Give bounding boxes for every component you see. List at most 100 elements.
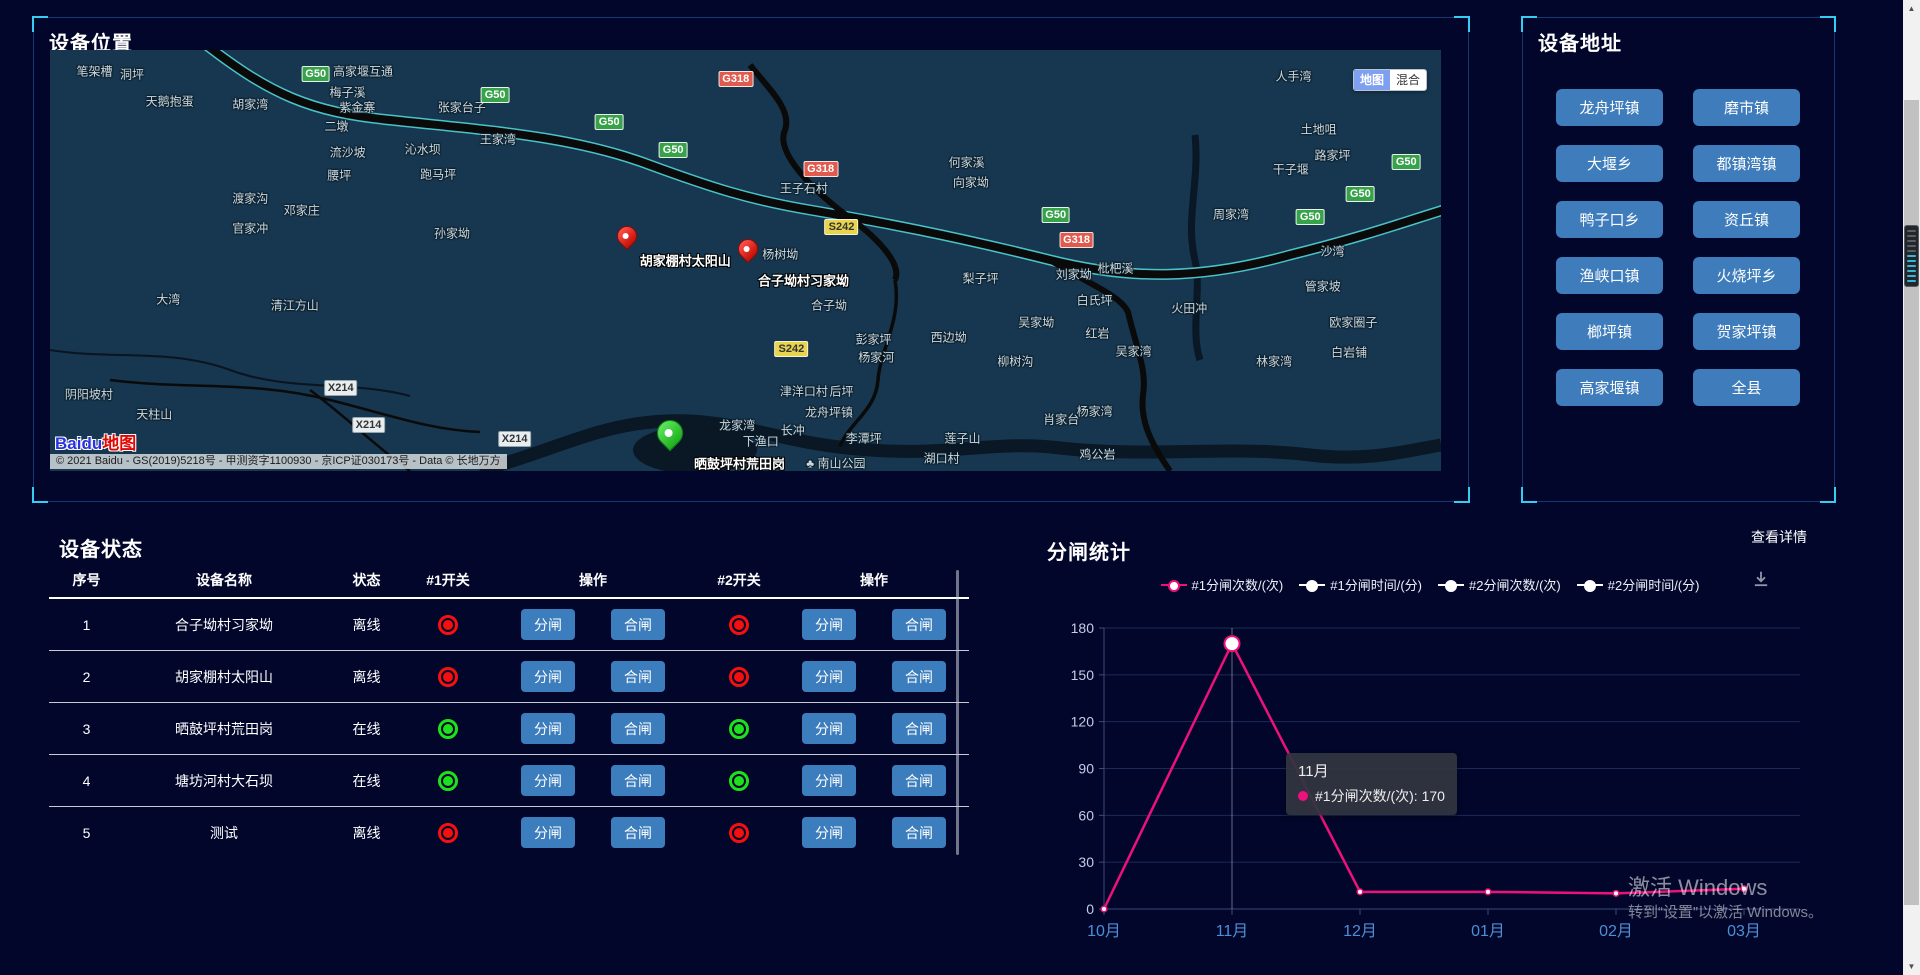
switch-indicator-green: [729, 719, 749, 739]
open-switch-button[interactable]: 分闸: [521, 713, 575, 744]
road-badge: X214: [498, 431, 532, 447]
close-switch-button[interactable]: 合闸: [892, 713, 946, 744]
address-button[interactable]: 全县: [1693, 369, 1800, 406]
open-switch-button[interactable]: 分闸: [521, 609, 575, 640]
legend-line-icon: [1438, 580, 1464, 590]
legend-item[interactable]: #2分闸时间/(分): [1577, 575, 1700, 594]
map-town-label: 湖口村: [924, 449, 960, 466]
table-cell-status: 离线: [324, 615, 409, 635]
address-button[interactable]: 磨市镇: [1693, 89, 1800, 126]
close-switch-button[interactable]: 合闸: [611, 609, 665, 640]
switch-indicator-red: [729, 823, 749, 843]
road-badge: G50: [659, 142, 688, 158]
map-town-label: 紫金寨: [339, 98, 375, 115]
corner-decoration: [1521, 487, 1537, 503]
download-icon[interactable]: [1752, 570, 1770, 593]
address-button[interactable]: 贺家坪镇: [1693, 313, 1800, 350]
tooltip-value: #1分闸次数/(次): 170: [1315, 786, 1445, 806]
svg-text:02月: 02月: [1599, 923, 1633, 940]
table-cell-name: 晒鼓坪村荒田岗: [124, 719, 324, 739]
road-badge: G50: [1392, 154, 1421, 170]
windows-activation-watermark: 激活 Windows: [1628, 870, 1767, 902]
map-town-label: 龙舟坪镇: [805, 404, 853, 421]
map-town-label: 鸡公岩: [1079, 446, 1115, 463]
address-button[interactable]: 龙舟坪镇: [1556, 89, 1663, 126]
close-switch-button[interactable]: 合闸: [892, 661, 946, 692]
svg-text:180: 180: [1071, 620, 1095, 636]
page-scrollbar[interactable]: ▲ ▼: [1903, 0, 1920, 975]
switch-cell: [409, 719, 487, 739]
baidu-map[interactable]: 笔架槽洞坪天鹅抱蛋胡家湾高家堰互通梅子溪紫金寨二墩流沙坡沁水坝腰坪跑马坪渡家沟邓…: [50, 50, 1441, 471]
map-type-option[interactable]: 混合: [1390, 70, 1426, 90]
chart-legend: #1分闸次数/(次) #1分闸时间/(分) #2分闸次数/(次) #2分闸时间/(分): [1140, 575, 1720, 594]
open-switch-button[interactable]: 分闸: [521, 661, 575, 692]
address-button[interactable]: 火烧坪乡: [1693, 257, 1800, 294]
device-location-panel: 设备位置 笔架槽洞坪天鹅抱蛋胡家湾高家堰互通梅子溪紫金寨二墩流沙坡沁水坝腰坪跑马…: [33, 17, 1469, 502]
address-button[interactable]: 资丘镇: [1693, 201, 1800, 238]
legend-item[interactable]: #1分闸时间/(分): [1299, 575, 1422, 594]
open-switch-button[interactable]: 分闸: [802, 609, 856, 640]
address-button[interactable]: 高家堰镇: [1556, 369, 1663, 406]
scrollbar-up-arrow[interactable]: ▲: [1903, 0, 1920, 17]
map-town-label: 梨子坪: [963, 270, 999, 287]
switch-indicator-red: [438, 667, 458, 687]
svg-text:03月: 03月: [1727, 923, 1761, 940]
table-row: 3晒鼓坪村荒田岗在线分闸合闸分闸合闸: [49, 703, 969, 755]
table-header-row: 序号设备名称状态#1开关操作#2开关操作: [49, 563, 969, 599]
table-scrollbar[interactable]: [956, 570, 959, 855]
map-town-label: 阴阳坡村: [65, 385, 113, 402]
operation-cell: 分闸 合闸: [487, 765, 699, 796]
map-town-label: 天柱山: [136, 406, 172, 423]
marker-label: 合子坳村习家坳: [758, 270, 849, 289]
address-button[interactable]: 鸭子口乡: [1556, 201, 1663, 238]
scrollbar-thumb[interactable]: [1904, 100, 1919, 905]
open-switch-button[interactable]: 分闸: [802, 765, 856, 796]
operation-cell: 分闸 合闸: [779, 713, 969, 744]
scrollbar-down-arrow[interactable]: ▼: [1903, 958, 1920, 975]
map-town-label: 白岩铺: [1331, 343, 1367, 360]
svg-text:90: 90: [1078, 761, 1094, 777]
map-town-label: 火田冲: [1171, 300, 1207, 317]
close-switch-button[interactable]: 合闸: [892, 609, 946, 640]
road-badge: G318: [718, 71, 753, 87]
close-switch-button[interactable]: 合闸: [892, 817, 946, 848]
legend-item[interactable]: #1分闸次数/(次): [1161, 575, 1284, 594]
open-switch-button[interactable]: 分闸: [802, 713, 856, 744]
device-status-table: 序号设备名称状态#1开关操作#2开关操作 1合子坳村习家坳离线分闸合闸分闸合闸2…: [49, 563, 969, 858]
map-town-label: 洞坪: [120, 65, 144, 82]
open-switch-button[interactable]: 分闸: [521, 765, 575, 796]
table-header-cell: 状态: [324, 570, 409, 590]
open-switch-button[interactable]: 分闸: [802, 661, 856, 692]
address-button[interactable]: 渔峡口镇: [1556, 257, 1663, 294]
address-button[interactable]: 大堰乡: [1556, 145, 1663, 182]
baidu-logo[interactable]: Baidu地图: [55, 429, 136, 454]
map-town-label: 龙家湾: [719, 417, 755, 434]
tooltip-month: 11月: [1298, 760, 1445, 781]
address-button[interactable]: 榔坪镇: [1556, 313, 1663, 350]
close-switch-button[interactable]: 合闸: [611, 765, 665, 796]
open-switch-button[interactable]: 分闸: [521, 817, 575, 848]
svg-text:12月: 12月: [1343, 923, 1377, 940]
close-switch-button[interactable]: 合闸: [611, 713, 665, 744]
view-details-link[interactable]: 查看详情: [1751, 527, 1807, 547]
legend-label: #1分闸次数/(次): [1192, 575, 1284, 594]
close-switch-button[interactable]: 合闸: [611, 661, 665, 692]
map-town-label: 西边坳: [931, 329, 967, 346]
svg-text:0: 0: [1086, 901, 1094, 917]
close-switch-button[interactable]: 合闸: [892, 765, 946, 796]
map-type-active[interactable]: 地图: [1354, 70, 1390, 90]
map-town-label: 吴家湾: [1116, 343, 1152, 360]
road-badge: G318: [1059, 232, 1094, 248]
map-type-switcher: 地图混合: [1353, 69, 1427, 91]
legend-label: #1分闸时间/(分): [1330, 575, 1422, 594]
address-button[interactable]: 都镇湾镇: [1693, 145, 1800, 182]
road-badge: G318: [803, 161, 838, 177]
map-town-label: 下渔口: [743, 433, 779, 450]
close-switch-button[interactable]: 合闸: [611, 817, 665, 848]
open-switch-button[interactable]: 分闸: [802, 817, 856, 848]
table-header-cell: 设备名称: [124, 570, 324, 590]
legend-item[interactable]: #2分闸次数/(次): [1438, 575, 1561, 594]
operation-cell: 分闸 合闸: [779, 817, 969, 848]
corner-decoration: [32, 16, 48, 32]
table-header-cell: #2开关: [699, 570, 779, 590]
